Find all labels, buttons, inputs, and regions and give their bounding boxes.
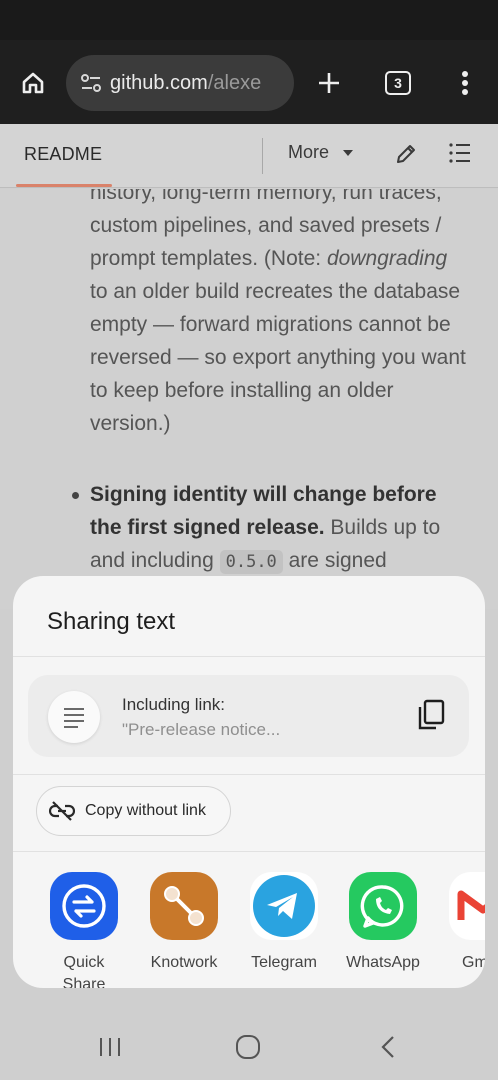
share-sheet-title: Sharing text: [47, 608, 176, 635]
pencil-icon: [397, 145, 415, 163]
back-chevron-icon: [381, 1036, 394, 1058]
share-target-gmail[interactable]: Gm: [440, 872, 485, 974]
app-label: WhatsApp: [346, 954, 420, 971]
quick-share-icon: [50, 872, 118, 940]
more-label: More: [288, 142, 330, 162]
knotwork-icon: [150, 872, 218, 940]
recents-button[interactable]: [96, 1034, 124, 1060]
tab-count-badge: 3: [385, 71, 411, 95]
divider: [13, 656, 485, 657]
home-circle-icon: [236, 1035, 260, 1059]
text-document-icon: [48, 691, 100, 743]
tab-readme[interactable]: README: [24, 144, 102, 165]
new-tab-button[interactable]: [308, 62, 350, 104]
url-host: github.com: [110, 71, 208, 94]
divider: [13, 851, 485, 852]
inline-code: 0.5.0: [219, 550, 283, 574]
divider: [13, 774, 485, 775]
bullet-icon: [72, 492, 79, 499]
recents-icon: [100, 1038, 120, 1056]
more-vert-icon: [462, 71, 468, 95]
app-label: Quick Share: [62, 954, 106, 988]
link-label: Including link:: [122, 695, 226, 714]
share-target-knotwork[interactable]: Knotwork: [141, 872, 227, 974]
list-item: Signing identity will change before the …: [72, 478, 472, 579]
telegram-icon: [250, 872, 318, 940]
active-tab-indicator: [16, 184, 112, 187]
readme-content: history, long-term memory, run traces, c…: [0, 189, 498, 609]
share-sheet: Sharing text Including link: "Pre-releas…: [13, 576, 485, 988]
list-icon: [449, 143, 470, 163]
tab-switcher-button[interactable]: 3: [377, 62, 419, 104]
url-path: /alexe: [207, 71, 262, 94]
plus-icon: [319, 73, 339, 93]
share-target-whatsapp[interactable]: WhatsApp: [340, 872, 426, 974]
app-label: Knotwork: [150, 954, 218, 971]
copy-icon: [418, 699, 445, 730]
browser-toolbar: github.com/alexe 3: [0, 40, 498, 124]
app-label: Telegram: [251, 954, 317, 971]
gmail-icon: [449, 872, 485, 940]
readme-paragraph: history, long-term memory, run traces, c…: [90, 189, 466, 435]
link-preview: "Pre-release notice...: [122, 720, 281, 739]
shared-content-card: Including link: "Pre-release notice...: [28, 675, 469, 757]
copy-button[interactable]: [416, 699, 450, 733]
share-target-telegram[interactable]: Telegram: [241, 872, 327, 974]
copy-without-link-label: Copy without link: [85, 802, 206, 819]
edit-button[interactable]: [394, 142, 422, 170]
chevron-down-icon: [343, 149, 354, 156]
app-label: Gm: [462, 954, 485, 971]
whatsapp-icon: [349, 872, 417, 940]
link-off-icon: [49, 801, 75, 821]
back-button[interactable]: [374, 1034, 402, 1060]
system-navigation-bar: [0, 1010, 498, 1080]
share-target-quick-share[interactable]: Quick Share: [41, 872, 127, 988]
more-dropdown-button[interactable]: More: [288, 142, 354, 163]
readme-header-bar: README More: [0, 124, 498, 188]
divider: [262, 138, 263, 174]
site-settings-icon[interactable]: [80, 73, 102, 93]
url-bar[interactable]: github.com/alexe: [66, 55, 294, 111]
table-of-contents-button[interactable]: [448, 142, 476, 170]
home-nav-button[interactable]: [234, 1034, 262, 1060]
home-button[interactable]: [12, 62, 54, 104]
home-icon: [22, 72, 44, 94]
overflow-menu-button[interactable]: [444, 62, 486, 104]
status-bar: [0, 0, 498, 40]
copy-without-link-button[interactable]: Copy without link: [36, 786, 231, 836]
